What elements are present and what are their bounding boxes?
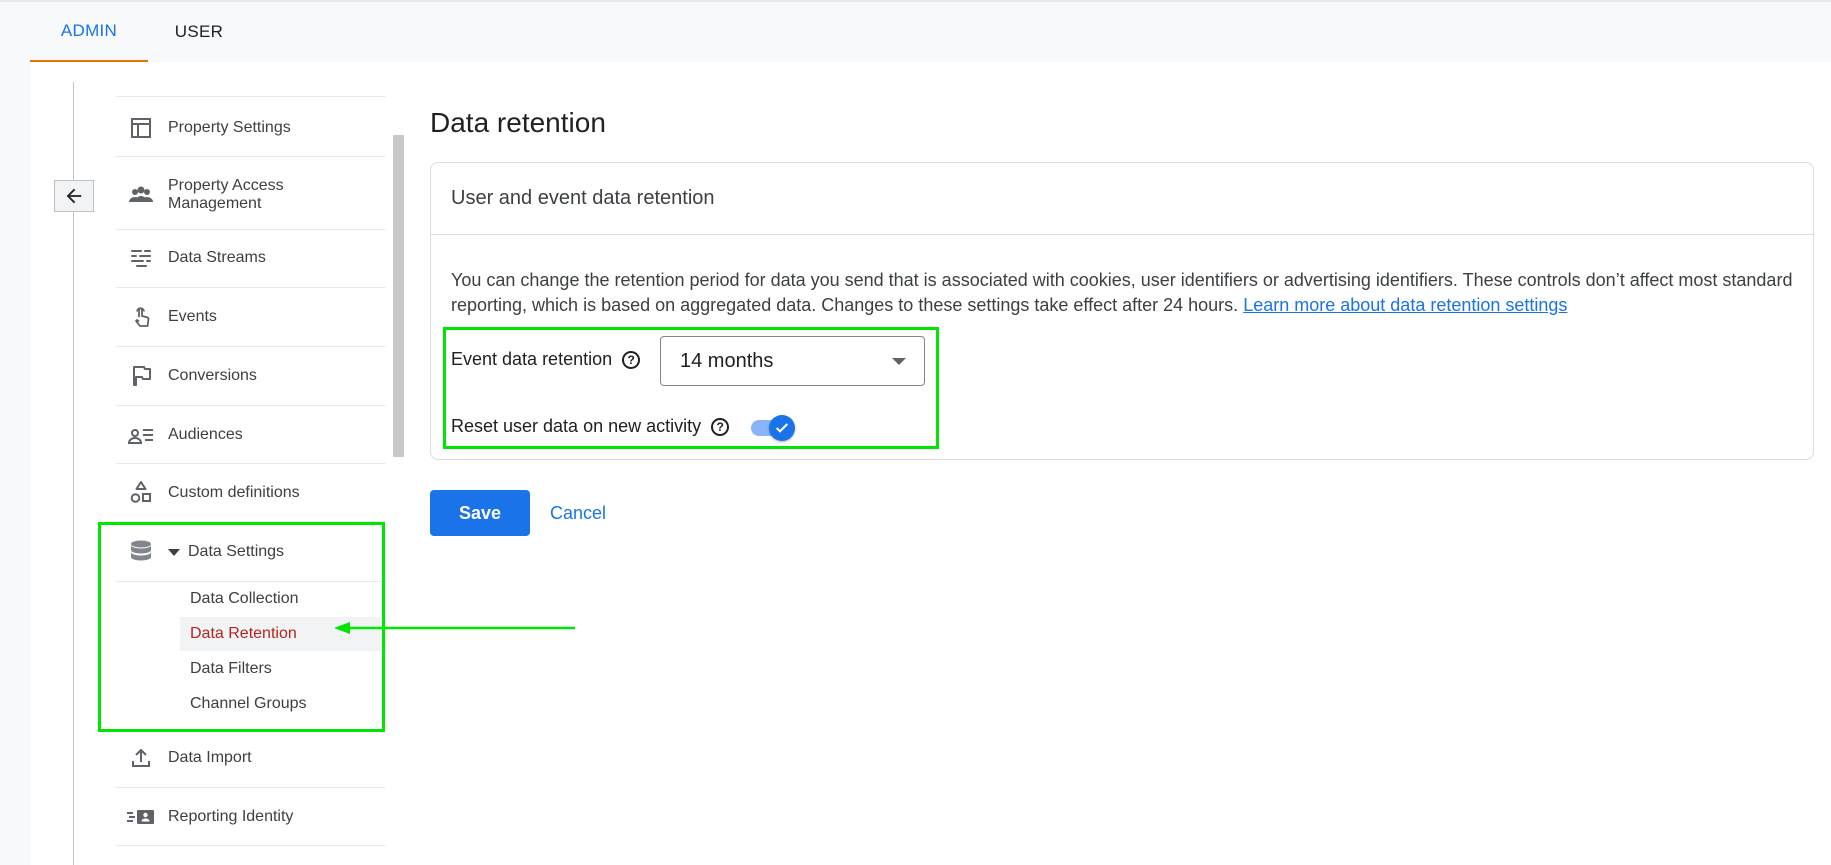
save-button[interactable]: Save [430, 490, 530, 536]
nav-divider [116, 287, 386, 288]
event-retention-select[interactable]: 14 months [660, 336, 925, 386]
sidebar-item-property-settings[interactable]: Property Settings [116, 111, 386, 145]
label-line-1: Property Access [168, 177, 284, 194]
description-text: You can change the retention period for … [451, 270, 1793, 315]
sidebar-item-reporting-identity[interactable]: Reporting Identity [116, 800, 386, 834]
card-title: User and event data retention [431, 163, 1813, 235]
sidebar-item-events[interactable]: Events [116, 300, 386, 334]
sidebar-item-label: Property Access Management [168, 177, 284, 213]
help-icon[interactable]: ? [711, 417, 730, 436]
cancel-button[interactable]: Cancel [540, 490, 616, 536]
flag-icon [126, 361, 156, 391]
nav-divider [116, 156, 386, 157]
annotation-arrow [334, 622, 575, 634]
reset-user-data-field: Reset user data on new activity ? [451, 416, 730, 437]
sidebar-item-audiences[interactable]: Audiences [116, 418, 386, 452]
nav-divider [116, 463, 386, 464]
label-line-2: Management [168, 195, 262, 212]
sidebar-item-data-streams[interactable]: Data Streams [116, 241, 386, 275]
reset-user-data-toggle[interactable] [749, 415, 797, 441]
nav-divider [116, 521, 386, 522]
nav-divider [116, 346, 386, 347]
nav-divider [116, 229, 386, 230]
upload-icon [126, 743, 156, 773]
retention-card: User and event data retention You can ch… [430, 162, 1814, 460]
back-button[interactable] [54, 180, 94, 212]
sidebar-item-label: Data Streams [168, 249, 266, 266]
sidebar-subitem-data-collection[interactable]: Data Collection [180, 582, 386, 616]
sidebar-item-label: Events [168, 308, 217, 325]
tab-admin[interactable]: ADMIN [30, 2, 148, 62]
audiences-icon [126, 420, 156, 450]
help-icon[interactable]: ? [622, 350, 641, 369]
page-title: Data retention [430, 107, 606, 138]
sidebar-item-label: Property Settings [168, 119, 291, 136]
people-icon [126, 180, 156, 210]
check-icon [775, 423, 789, 433]
reset-user-data-label: Reset user data on new activity [451, 416, 702, 436]
sidebar-item-label: Audiences [168, 426, 243, 443]
nav-divider [116, 787, 386, 788]
sidebar-item-data-settings[interactable]: Data Settings [116, 535, 386, 569]
nav-divider [116, 96, 386, 97]
nav-divider [116, 845, 386, 846]
learn-more-link[interactable]: Learn more about data retention settings [1243, 295, 1567, 315]
reporting-identity-icon [126, 802, 156, 832]
nav-divider [116, 405, 386, 406]
sidebar-item-label: Reporting Identity [168, 808, 294, 825]
database-icon [126, 537, 156, 567]
top-tab-bar: ADMIN USER [0, 2, 1831, 62]
event-retention-label: Event data retention [451, 349, 613, 369]
sidebar-scrollbar[interactable] [393, 135, 404, 457]
tab-user[interactable]: USER [160, 2, 238, 62]
card-description: You can change the retention period for … [451, 268, 1811, 318]
shapes-icon [126, 478, 156, 508]
sidebar-item-label: Data Import [168, 749, 252, 766]
sidebar-item-conversions[interactable]: Conversions [116, 359, 386, 393]
touch-icon [126, 302, 156, 332]
event-retention-field: Event data retention ? [451, 349, 641, 370]
caret-down-icon[interactable] [168, 548, 180, 556]
dropdown-arrow-icon [892, 358, 906, 365]
property-settings-icon [126, 113, 156, 143]
sidebar-item-label: Conversions [168, 367, 257, 384]
arrow-back-icon [66, 188, 82, 204]
sidebar-subitem-data-filters[interactable]: Data Filters [180, 652, 386, 686]
toggle-knob [769, 415, 795, 441]
sidebar-item-property-access-management[interactable]: Property Access Management [116, 175, 386, 215]
sidebar-item-label: Custom definitions [168, 484, 300, 501]
sidebar-item-data-import[interactable]: Data Import [116, 741, 386, 775]
event-retention-value: 14 months [680, 349, 774, 372]
sidebar-subitem-channel-groups[interactable]: Channel Groups [180, 687, 386, 721]
data-streams-icon [126, 243, 156, 273]
sidebar-item-custom-definitions[interactable]: Custom definitions [116, 476, 386, 510]
sidebar-item-label: Data Settings [188, 543, 285, 560]
